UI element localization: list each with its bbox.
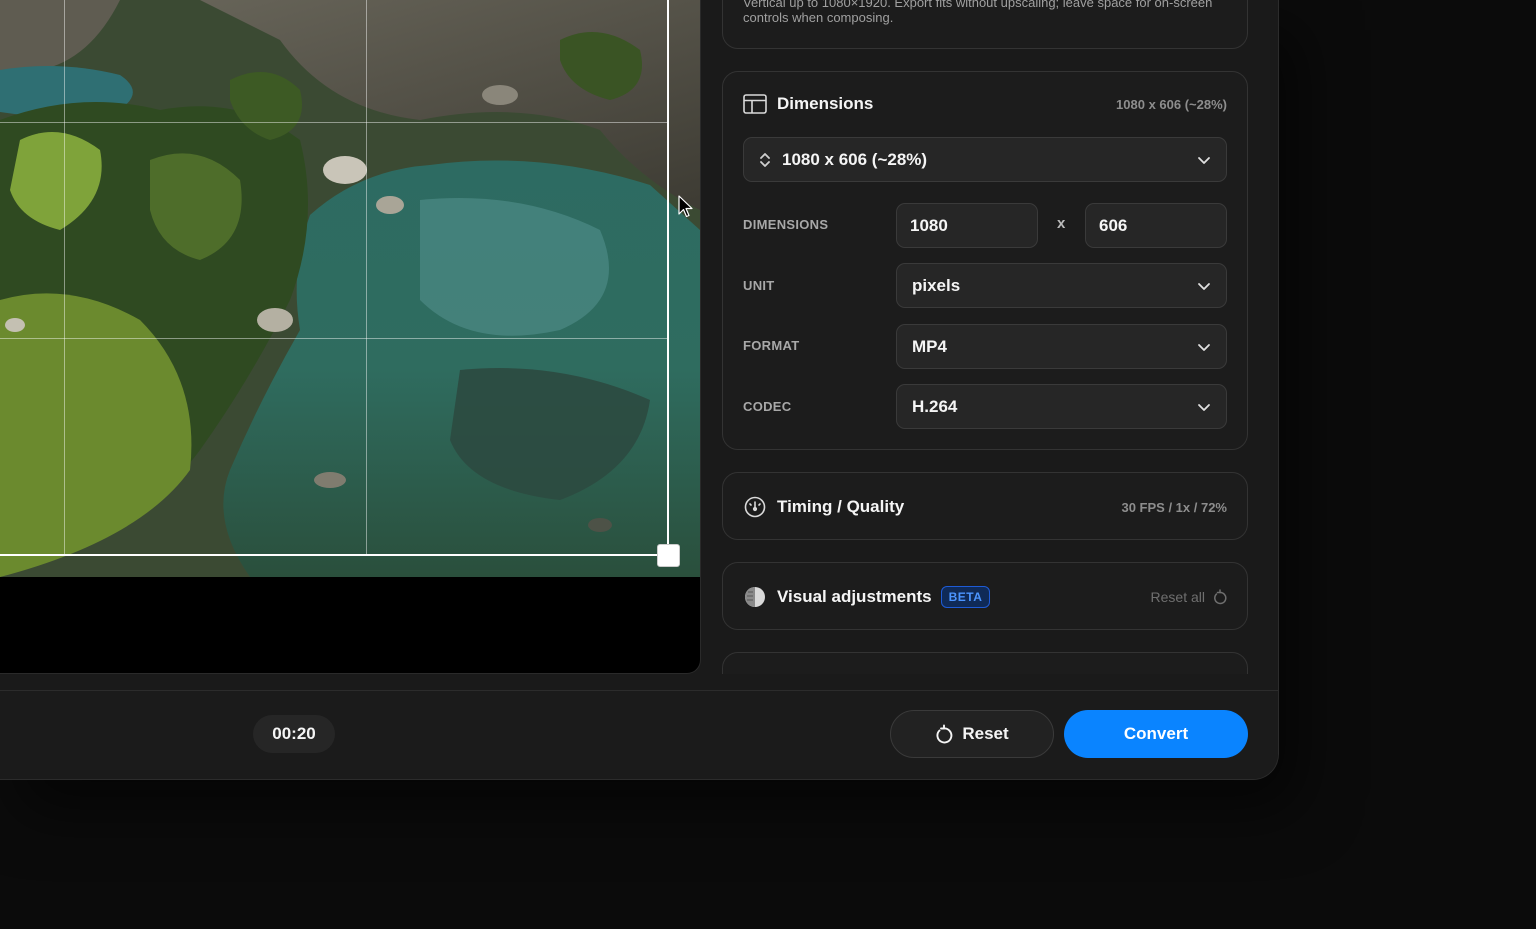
format-select[interactable]: MP4 — [896, 324, 1227, 369]
crop-grid-line — [64, 0, 65, 554]
format-value: MP4 — [912, 336, 947, 356]
updown-icon — [760, 153, 770, 167]
playhead-time: 00:20 — [253, 715, 335, 753]
reset-button[interactable]: Reset — [890, 710, 1054, 758]
unit-label: UNIT — [743, 278, 775, 293]
codec-select[interactable]: H.264 — [896, 384, 1227, 429]
dimensions-title: Dimensions — [777, 94, 874, 113]
visual-adjustments-title: Visual adjustments — [777, 587, 932, 606]
chevron-down-icon — [1198, 157, 1210, 164]
timing-quality-header[interactable]: Timing / Quality 30 FPS / 1x / 72% — [743, 495, 1227, 519]
reset-icon — [1214, 589, 1227, 605]
reset-label: Reset — [962, 724, 1009, 743]
settings-panel: Vertical up to 1080×1920. Export fits wi… — [722, 0, 1248, 674]
chevron-down-icon — [1198, 344, 1210, 351]
chevron-down-icon — [1198, 404, 1210, 411]
width-value: 1080 — [910, 215, 948, 235]
timing-quality-summary: 30 FPS / 1x / 72% — [1121, 499, 1227, 515]
chevron-down-icon — [1198, 283, 1210, 290]
video-preview — [0, 0, 701, 674]
reset-all-button[interactable]: Reset all — [1151, 589, 1227, 605]
timing-quality-title: Timing / Quality — [777, 497, 905, 516]
contrast-icon — [743, 585, 767, 609]
height-value: 606 — [1099, 215, 1128, 235]
times-sign: x — [1057, 215, 1066, 232]
format-label: FORMAT — [743, 338, 800, 353]
preset-info-card: Vertical up to 1080×1920. Export fits wi… — [722, 0, 1248, 49]
convert-button[interactable]: Convert — [1064, 710, 1248, 758]
dimensions-label: DIMENSIONS — [743, 217, 829, 232]
preset-note: Vertical up to 1080×1920. Export fits wi… — [743, 0, 1213, 25]
timing-quality-card[interactable]: Timing / Quality 30 FPS / 1x / 72% — [722, 472, 1248, 540]
dimensions-card: Dimensions 1080 x 606 (~28%) 1080 x 606 … — [722, 71, 1248, 450]
app-window: Vertical up to 1080×1920. Export fits wi… — [0, 0, 1279, 780]
layout-icon — [743, 92, 767, 116]
dimension-preset-value: 1080 x 606 (~28%) — [782, 149, 928, 169]
dimension-preset-select[interactable]: 1080 x 606 (~28%) — [743, 137, 1227, 182]
next-settings-card — [722, 652, 1248, 674]
height-input[interactable]: 606 — [1085, 203, 1227, 248]
reset-icon — [936, 724, 953, 744]
time-value: 00:20 — [272, 724, 316, 743]
convert-label: Convert — [1123, 724, 1189, 743]
crop-resize-handle[interactable] — [657, 544, 680, 567]
crop-grid-line — [366, 0, 367, 554]
unit-value: pixels — [912, 275, 961, 295]
gauge-icon — [743, 495, 767, 519]
width-input[interactable]: 1080 — [896, 203, 1038, 248]
visual-adjustments-card[interactable]: Visual adjustments BETA Reset all — [722, 562, 1248, 630]
bottom-toolbar: 00:20 Reset Convert — [0, 690, 1278, 779]
codec-value: H.264 — [912, 396, 958, 416]
crop-grid-line — [0, 338, 667, 339]
beta-badge: BETA — [940, 586, 991, 608]
reset-all-label: Reset all — [1150, 589, 1205, 605]
visual-adjustments-header[interactable]: Visual adjustments BETA Reset all — [743, 585, 1227, 609]
crop-grid-line — [0, 122, 667, 123]
unit-select[interactable]: pixels — [896, 263, 1227, 308]
crop-frame[interactable] — [0, 0, 669, 556]
mouse-cursor-icon — [678, 195, 693, 218]
dimensions-summary: 1080 x 606 (~28%) — [1116, 96, 1227, 112]
codec-label: CODEC — [743, 399, 792, 414]
dimensions-header[interactable]: Dimensions 1080 x 606 (~28%) — [743, 92, 1227, 116]
